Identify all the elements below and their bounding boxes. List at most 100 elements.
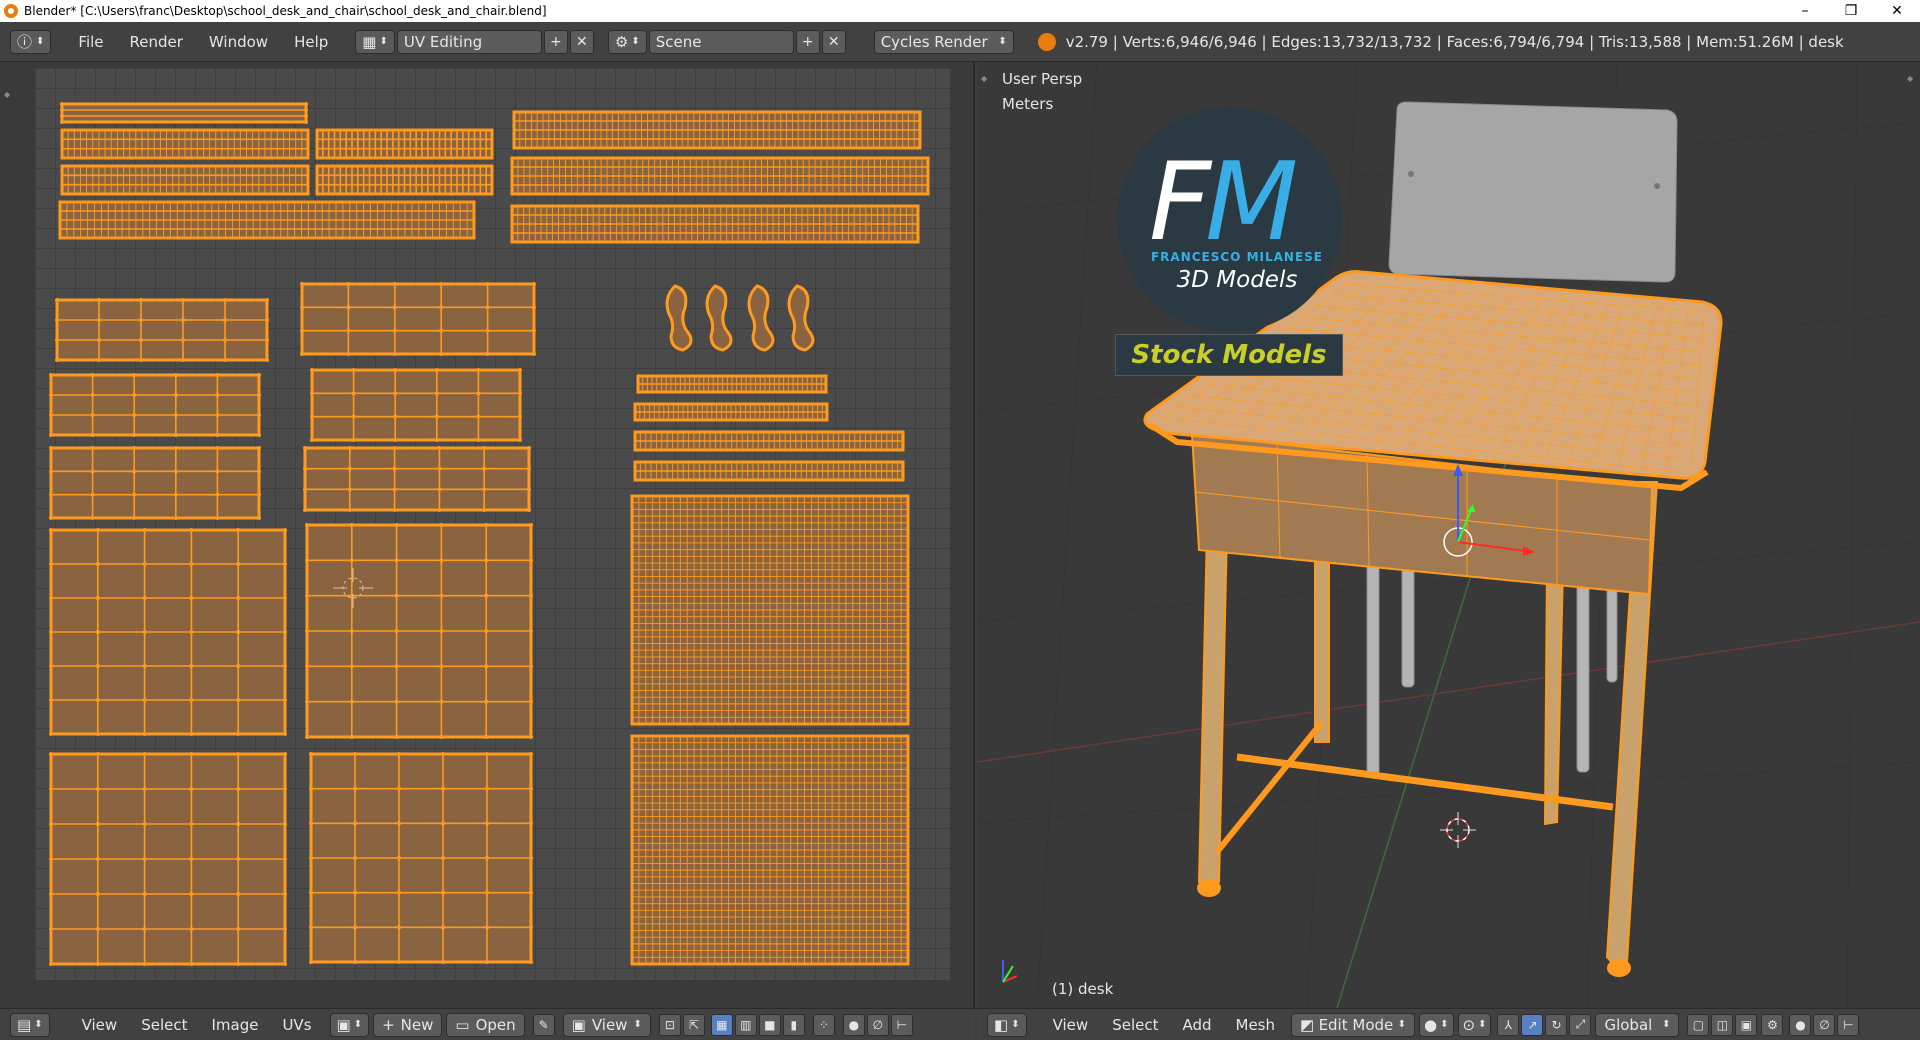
open-image-button[interactable]: ▭ Open xyxy=(446,1012,525,1037)
sticky-mode-icon[interactable]: ⁘ xyxy=(812,1013,835,1036)
new-image-button[interactable]: + New xyxy=(373,1012,443,1037)
x-icon: ✕ xyxy=(575,33,588,50)
minimize-button[interactable]: – xyxy=(1782,0,1828,22)
uv-panel[interactable] xyxy=(55,298,269,362)
face-mode-icon[interactable]: ▣ xyxy=(1735,1013,1758,1036)
remove-layout-button[interactable]: ✕ xyxy=(569,29,594,54)
interaction-mode-select[interactable]: ◩ Edit Mode ⬍ xyxy=(1291,1012,1416,1037)
3d-viewport[interactable]: User Persp Meters (1) desk ◆ ◆ FM FRANCE… xyxy=(977,62,1920,1008)
screen-layout-field[interactable]: UV Editing xyxy=(396,29,542,54)
plus-icon: + xyxy=(382,1015,395,1034)
shading-select[interactable]: ● ⬍ xyxy=(1419,1012,1454,1037)
orientation-select[interactable]: Global ⬍ xyxy=(1595,1012,1680,1037)
menu-window[interactable]: Window xyxy=(196,33,281,51)
uv-panel[interactable] xyxy=(49,446,261,520)
uv-strip[interactable] xyxy=(315,128,494,160)
uv-panel[interactable] xyxy=(310,368,522,442)
chair-backrest xyxy=(1388,101,1678,283)
snap-icon[interactable]: ∅ xyxy=(866,1013,889,1036)
uv-menu-image[interactable]: Image xyxy=(199,1016,270,1034)
view-mode-select[interactable]: ▣ View ⬍ xyxy=(562,1012,651,1037)
uv-menu-select[interactable]: Select xyxy=(129,1016,199,1034)
uv-editor[interactable]: ◆ xyxy=(0,62,975,1008)
scale-manipulator-icon[interactable]: ⤢ xyxy=(1569,1013,1592,1036)
image-browse-button[interactable]: ▣ ⬍ xyxy=(329,1012,370,1037)
edge-mode-icon[interactable]: ◫ xyxy=(1711,1013,1734,1036)
vertex-mode-icon[interactable]: ▢ xyxy=(1687,1013,1710,1036)
editor-type-info-button[interactable]: ⓘ ⬍ xyxy=(10,29,52,54)
desk-foot xyxy=(1197,879,1221,897)
uv-panel[interactable] xyxy=(49,752,287,966)
uv-dense-grid[interactable] xyxy=(630,734,910,966)
sync-selection-icon[interactable]: ⇱ xyxy=(682,1013,705,1036)
pivot-icon[interactable]: ⊡ xyxy=(658,1013,681,1036)
maximize-button[interactable]: ❐ xyxy=(1828,0,1874,22)
uv-menu-view[interactable]: View xyxy=(70,1016,130,1034)
uv-foot-island[interactable] xyxy=(747,284,775,352)
uv-foot-island[interactable] xyxy=(787,284,815,352)
uv-panel[interactable] xyxy=(49,373,261,437)
uv-strip[interactable] xyxy=(58,200,476,240)
pin-icon[interactable]: ✎ xyxy=(532,1013,555,1036)
snap-element-icon[interactable]: ⊢ xyxy=(1837,1013,1860,1036)
uv-rail[interactable] xyxy=(633,402,829,422)
vertex-select-icon[interactable]: ▦ xyxy=(710,1013,733,1036)
rotate-manipulator-icon[interactable]: ↻ xyxy=(1545,1013,1568,1036)
uv-strip[interactable] xyxy=(60,128,310,160)
uv-strip[interactable] xyxy=(510,156,930,196)
3d-menu-select[interactable]: Select xyxy=(1100,1016,1170,1034)
region-toggle-left-icon[interactable]: ◆ xyxy=(981,74,989,83)
uv-foot-island[interactable] xyxy=(665,284,693,352)
3d-editor-type-button[interactable]: ◧ ⬍ xyxy=(987,1012,1027,1037)
close-button[interactable]: ✕ xyxy=(1874,0,1920,22)
snap-element-icon[interactable]: ⊢ xyxy=(890,1013,913,1036)
island-select-icon[interactable]: ▮ xyxy=(782,1013,805,1036)
uv-editor-type-button[interactable]: ▤ ⬍ xyxy=(10,1012,50,1037)
uv-rail[interactable] xyxy=(633,460,905,482)
render-engine-select[interactable]: Cycles Render ⬍ xyxy=(873,29,1014,54)
uv-rail[interactable] xyxy=(636,374,828,394)
occlude-geometry-icon[interactable]: ⚙ xyxy=(1761,1013,1784,1036)
3d-menu-view[interactable]: View xyxy=(1041,1016,1101,1034)
uv-panel[interactable] xyxy=(300,282,536,356)
proportional-edit-icon[interactable]: ● xyxy=(1789,1013,1812,1036)
image-editor-icon: ▤ xyxy=(17,1015,32,1034)
translate-manipulator-icon[interactable]: ↗ xyxy=(1521,1013,1544,1036)
menu-file[interactable]: File xyxy=(65,33,116,51)
region-toggle-right-icon[interactable]: ◆ xyxy=(1907,74,1915,83)
screen-layout-button[interactable]: ▦ ⬍ xyxy=(355,29,395,54)
add-scene-button[interactable]: + xyxy=(795,29,820,54)
uv-strip[interactable] xyxy=(510,204,920,244)
uv-strip[interactable] xyxy=(60,164,310,196)
uv-rail[interactable] xyxy=(633,430,905,452)
edge-select-icon[interactable]: ▥ xyxy=(734,1013,757,1036)
menu-render[interactable]: Render xyxy=(117,33,196,51)
uv-panel[interactable] xyxy=(309,752,533,964)
logo-letter-f: F xyxy=(1149,140,1211,265)
snap-icon[interactable]: ∅ xyxy=(1813,1013,1836,1036)
menu-help[interactable]: Help xyxy=(281,33,341,51)
add-layout-button[interactable]: + xyxy=(543,29,568,54)
uv-panel[interactable] xyxy=(305,523,533,739)
uv-strip[interactable] xyxy=(512,110,922,150)
face-select-icon[interactable]: ■ xyxy=(758,1013,781,1036)
3d-cursor[interactable] xyxy=(1440,812,1476,848)
3d-menu-add[interactable]: Add xyxy=(1170,1016,1223,1034)
uv-strip[interactable] xyxy=(60,102,308,124)
region-toggle-left-icon[interactable]: ◆ xyxy=(4,90,12,99)
pivot-point-select[interactable]: ⊙ ⬍ xyxy=(1457,1012,1492,1037)
pivot-icon: ⊙ xyxy=(1462,1015,1476,1034)
uv-menu-uvs[interactable]: UVs xyxy=(270,1016,323,1034)
proportional-edit-icon[interactable]: ● xyxy=(842,1013,865,1036)
uv-canvas[interactable] xyxy=(35,68,950,980)
manipulator-icon[interactable]: ⅄ xyxy=(1497,1013,1520,1036)
3d-menu-mesh[interactable]: Mesh xyxy=(1224,1016,1288,1034)
uv-strip[interactable] xyxy=(315,164,494,196)
uv-panel[interactable] xyxy=(303,446,531,512)
uv-dense-grid[interactable] xyxy=(630,494,910,726)
scene-button[interactable]: ⚙ ⬍ xyxy=(607,29,647,54)
remove-scene-button[interactable]: ✕ xyxy=(821,29,846,54)
scene-field[interactable]: Scene xyxy=(648,29,794,54)
uv-panel[interactable] xyxy=(49,528,287,736)
uv-foot-island[interactable] xyxy=(705,284,733,352)
